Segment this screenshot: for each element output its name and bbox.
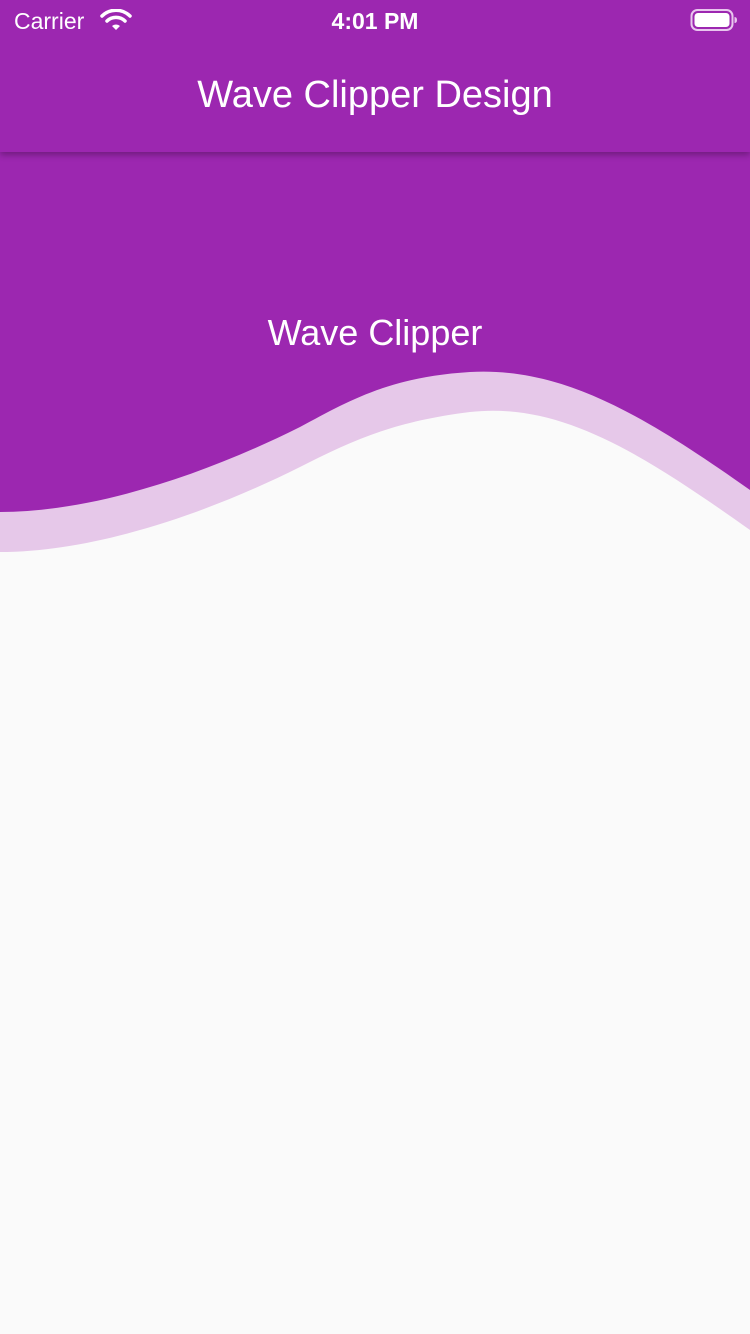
status-bar: Carrier 4:01 PM [0, 0, 750, 40]
status-time: 4:01 PM [331, 8, 419, 34]
content-area [0, 562, 750, 1334]
wave-shape [0, 152, 750, 552]
header-title: Wave Clipper [267, 312, 483, 353]
wave-header: Wave Clipper [0, 152, 750, 562]
app-bar-title: Wave Clipper Design [197, 74, 553, 116]
battery-icon [690, 9, 737, 31]
app-bar: Wave Clipper Design [0, 40, 750, 152]
